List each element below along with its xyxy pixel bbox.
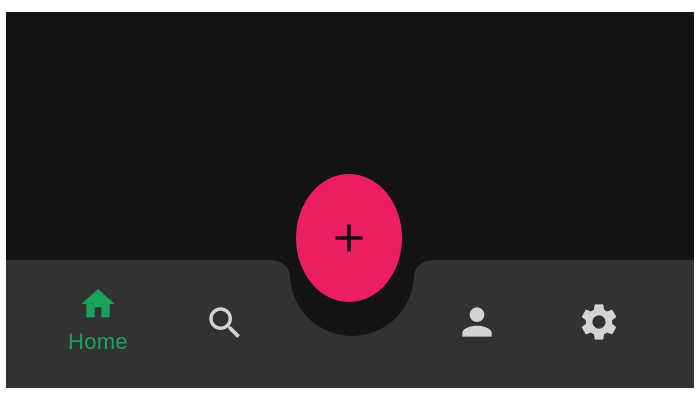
home-icon [81, 289, 115, 318]
nav-item-search[interactable] [202, 302, 248, 344]
nav-item-home[interactable]: Home [60, 284, 136, 354]
person-icon [462, 307, 492, 337]
search-icon [209, 307, 240, 338]
add-fab-button[interactable] [296, 174, 402, 302]
nav-item-settings[interactable] [576, 300, 622, 344]
gear-icon [581, 304, 617, 340]
nav-item-label-home: Home [68, 329, 128, 354]
nav-item-profile[interactable] [454, 300, 500, 344]
plus-icon [335, 224, 363, 252]
app-screen: Home [6, 12, 694, 388]
